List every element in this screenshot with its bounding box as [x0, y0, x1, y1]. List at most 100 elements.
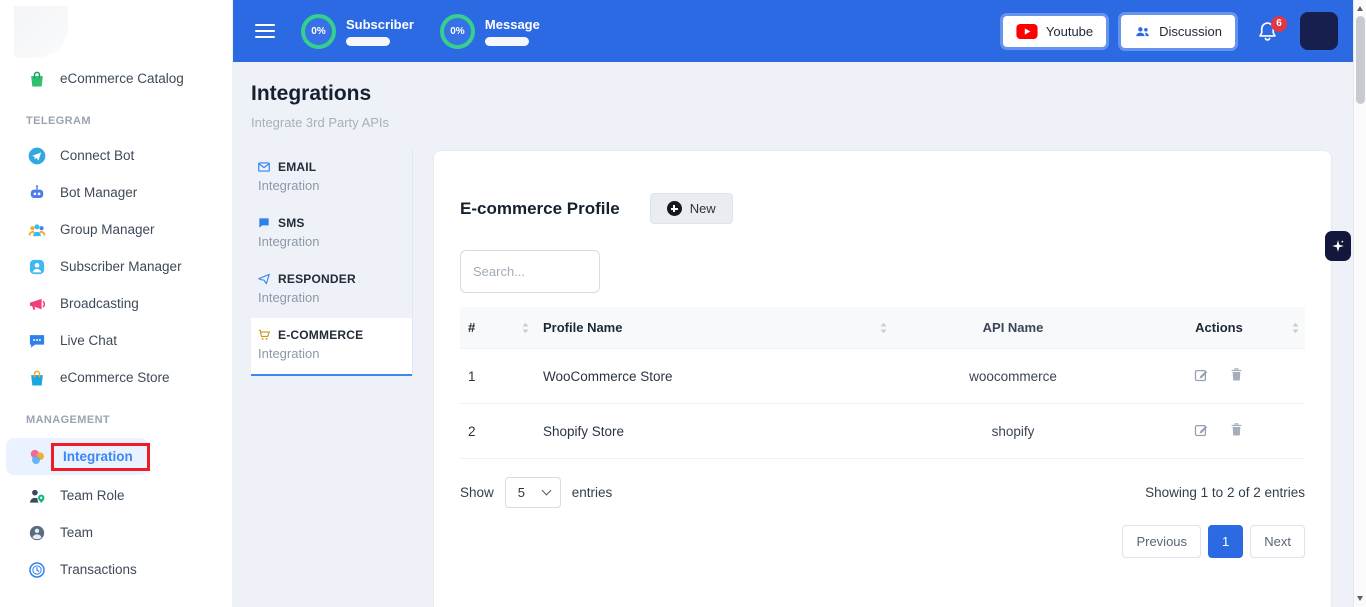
- card-title: E-commerce Profile: [460, 199, 620, 219]
- youtube-button[interactable]: Youtube: [1003, 16, 1106, 47]
- subscriber-stat: 0% Subscriber: [301, 14, 414, 49]
- sidebar-item-ecommerce-store[interactable]: eCommerce Store: [0, 359, 232, 396]
- api-name-cell: woocommerce: [893, 349, 1133, 404]
- subnav-label: E-COMMERCE: [278, 328, 363, 342]
- paper-plane-icon: [26, 145, 47, 166]
- subnav-label: RESPONDER: [278, 272, 356, 286]
- per-page-select[interactable]: 5: [505, 477, 561, 508]
- sidebar-item-bot-manager[interactable]: Bot Manager: [0, 174, 232, 211]
- column-header-num[interactable]: #: [460, 307, 535, 349]
- page-subtitle: Integrate 3rd Party APIs: [251, 115, 1354, 130]
- sidebar-item-subscriber-manager[interactable]: Subscriber Manager: [0, 248, 232, 285]
- notifications-button[interactable]: 6: [1256, 20, 1279, 43]
- youtube-button-label: Youtube: [1046, 24, 1093, 39]
- megaphone-icon: [26, 293, 47, 314]
- sms-icon: [257, 216, 271, 230]
- app-logo[interactable]: [0, 0, 232, 60]
- sort-icon: [521, 322, 530, 334]
- chat-bubble-icon: [26, 330, 47, 351]
- message-percent: 0%: [450, 26, 464, 37]
- profile-name-cell: WooCommerce Store: [535, 349, 893, 404]
- topbar: 0% Subscriber 0% Message Youtube: [233, 0, 1354, 62]
- sidebar-item-label: Team: [60, 525, 93, 540]
- subnav-email-integration[interactable]: EMAIL Integration: [251, 150, 412, 206]
- column-header-api-name[interactable]: API Name: [893, 307, 1133, 349]
- profile-name-cell: Shopify Store: [535, 404, 893, 459]
- subscriber-progress-ring: 0%: [301, 14, 336, 49]
- subscriber-stat-label: Subscriber: [346, 17, 414, 32]
- logo-placeholder: [14, 6, 68, 58]
- sidebar-item-label: Connect Bot: [60, 148, 134, 163]
- transactions-icon: [26, 559, 47, 580]
- search-input[interactable]: [460, 250, 600, 293]
- sidebar-item-integration[interactable]: Integration: [6, 438, 148, 475]
- team-icon: [26, 522, 47, 543]
- menu-toggle-icon[interactable]: [255, 24, 275, 38]
- table-row: 1 WooCommerce Store woocommerce: [460, 349, 1305, 404]
- column-header-profile-name[interactable]: Profile Name: [535, 307, 893, 349]
- sidebar-item-label: Team Role: [60, 488, 125, 503]
- subnav-responder-integration[interactable]: RESPONDER Integration: [251, 262, 412, 318]
- sidebar-item-label: Group Manager: [60, 222, 155, 237]
- integration-subnav: EMAIL Integration SMS Integration: [251, 150, 413, 376]
- page-title: Integrations: [251, 82, 1354, 106]
- next-page-button[interactable]: Next: [1250, 525, 1305, 558]
- sidebar-item-group-manager[interactable]: Group Manager: [0, 211, 232, 248]
- sidebar-item-team-role[interactable]: Team Role: [0, 477, 232, 514]
- row-number: 1: [460, 349, 535, 404]
- assistant-fab[interactable]: [1325, 231, 1351, 261]
- message-stat: 0% Message: [440, 14, 540, 49]
- sparkle-icon: [1331, 239, 1345, 253]
- robot-icon: [26, 182, 47, 203]
- vertical-scrollbar[interactable]: [1353, 0, 1366, 607]
- delete-button[interactable]: [1228, 421, 1245, 438]
- sidebar-section-management: MANAGEMENT: [0, 396, 232, 436]
- entries-label: entries: [572, 485, 613, 500]
- sort-icon: [879, 322, 888, 334]
- subnav-sms-integration[interactable]: SMS Integration: [251, 206, 412, 262]
- edit-button[interactable]: [1193, 421, 1210, 438]
- plus-icon: [667, 201, 682, 216]
- subnav-ecommerce-integration[interactable]: E-COMMERCE Integration: [251, 318, 412, 376]
- main-content: Integrations Integrate 3rd Party APIs EM…: [233, 62, 1354, 607]
- user-avatar[interactable]: [1300, 12, 1338, 50]
- new-profile-button[interactable]: New: [650, 193, 733, 224]
- sidebar-item-label: eCommerce Catalog: [60, 71, 184, 86]
- table-row: 2 Shopify Store shopify: [460, 404, 1305, 459]
- subscriber-percent: 0%: [311, 26, 325, 37]
- sidebar: eCommerce Catalog TELEGRAM Connect Bot B…: [0, 0, 233, 607]
- edit-button[interactable]: [1193, 366, 1210, 383]
- scroll-down-arrow[interactable]: [1354, 592, 1366, 605]
- sidebar-item-ecommerce-catalog[interactable]: eCommerce Catalog: [0, 60, 232, 97]
- subnav-label: EMAIL: [278, 160, 316, 174]
- sidebar-item-label: Broadcasting: [60, 296, 139, 311]
- sidebar-item-label: Transactions: [60, 562, 137, 577]
- sidebar-item-live-chat[interactable]: Live Chat: [0, 322, 232, 359]
- subnav-sublabel: Integration: [258, 346, 402, 361]
- previous-page-button[interactable]: Previous: [1122, 525, 1201, 558]
- scroll-up-arrow[interactable]: [1354, 2, 1366, 15]
- shopping-bag-icon: [26, 68, 47, 89]
- scrollbar-thumb[interactable]: [1356, 16, 1365, 104]
- pagination: Previous 1 Next: [460, 525, 1305, 558]
- delete-button[interactable]: [1228, 366, 1245, 383]
- discussion-button[interactable]: Discussion: [1121, 15, 1235, 48]
- subscriber-icon: [26, 256, 47, 277]
- sidebar-item-label: Live Chat: [60, 333, 117, 348]
- discussion-button-label: Discussion: [1159, 24, 1222, 39]
- sidebar-item-transactions[interactable]: Transactions: [0, 551, 232, 588]
- table-header-row: # Profile Name API Name Acti: [460, 307, 1305, 349]
- subnav-sublabel: Integration: [258, 234, 402, 249]
- page-1-button[interactable]: 1: [1208, 525, 1243, 558]
- sidebar-item-team[interactable]: Team: [0, 514, 232, 551]
- sidebar-item-broadcasting[interactable]: Broadcasting: [0, 285, 232, 322]
- sidebar-item-label: Subscriber Manager: [60, 259, 182, 274]
- sort-icon: [1291, 322, 1300, 334]
- cart-icon: [257, 328, 271, 342]
- youtube-icon: [1016, 24, 1038, 39]
- app-root: eCommerce Catalog TELEGRAM Connect Bot B…: [0, 0, 1366, 607]
- sidebar-item-connect-bot[interactable]: Connect Bot: [0, 137, 232, 174]
- show-label: Show: [460, 485, 494, 500]
- person-pin-icon: [26, 485, 47, 506]
- column-header-actions[interactable]: Actions: [1133, 307, 1305, 349]
